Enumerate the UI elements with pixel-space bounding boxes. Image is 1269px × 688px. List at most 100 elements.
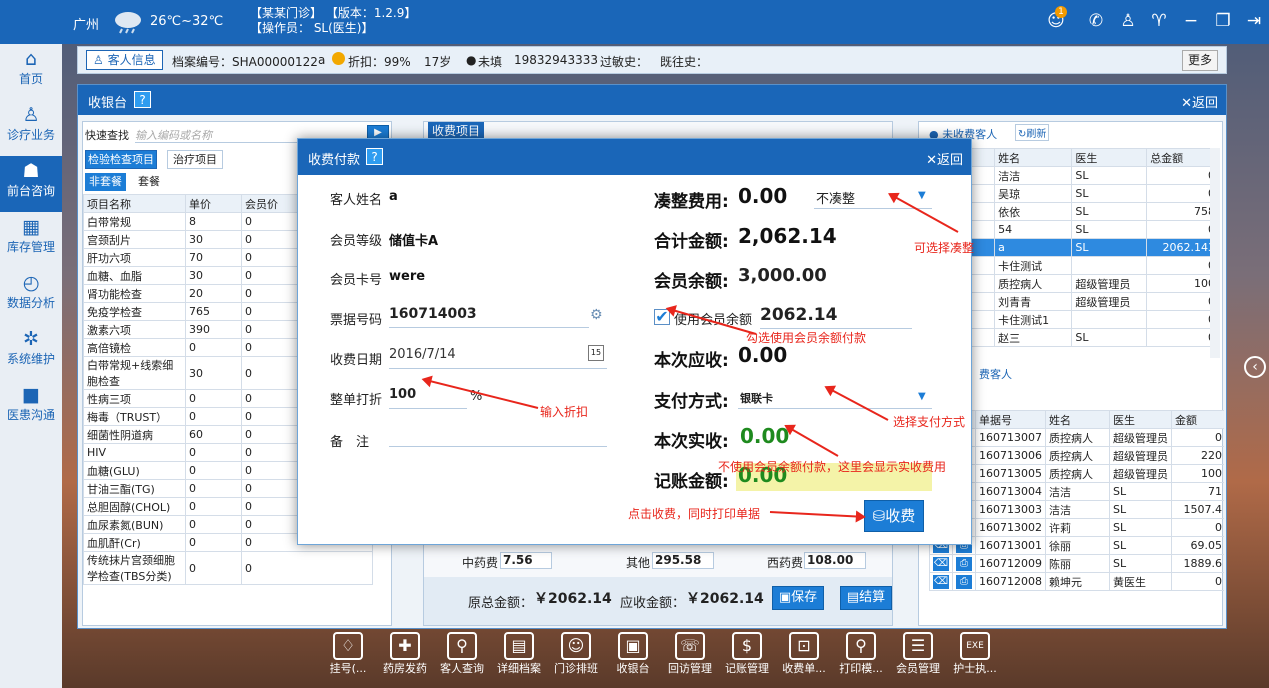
balance-label: 会员余额: <box>654 272 729 292</box>
ticket-input[interactable]: 160714003 <box>389 306 589 328</box>
phone-icon[interactable]: ✆ <box>1085 10 1107 32</box>
unpaid-doctor: SL <box>1071 238 1148 257</box>
round-select[interactable]: 不凑整 <box>814 185 932 209</box>
unpaid-col-name: 姓名 <box>994 148 1073 167</box>
user-icon[interactable]: ♙ <box>1117 10 1139 32</box>
paid-row[interactable]: ⌫ ⎙ 160713001 徐丽 SL 69.05 <box>929 536 1224 555</box>
print-icon[interactable]: ⎙ <box>952 554 976 573</box>
unpaid-amount: 0 <box>1146 328 1211 347</box>
subtab-package[interactable]: 套餐 <box>135 173 163 191</box>
paid-row[interactable]: ⌫⎙160713003洁洁SL1507.4 <box>929 500 1224 519</box>
dock-item[interactable]: ☏ 回访管理 <box>662 632 718 676</box>
help-icon[interactable]: ? <box>134 91 151 108</box>
paid-doctor: SL <box>1109 500 1172 519</box>
paid-name: 洁洁 <box>1045 482 1110 501</box>
member-card: were <box>389 269 426 284</box>
remark-input[interactable] <box>389 425 607 447</box>
paid-row[interactable]: ⌫⎙160713005质控病人超级管理员100 <box>929 464 1224 483</box>
date-input[interactable]: 2016/7/14 <box>389 347 607 369</box>
help-icon[interactable]: ? <box>366 148 383 165</box>
paid-row[interactable]: ⌫ ⎙ 160712009 陈丽 SL 1889.6 <box>929 554 1224 573</box>
collapse-arrow-icon[interactable]: ‹ <box>1244 356 1266 378</box>
restore-icon[interactable]: ❐ <box>1212 10 1234 32</box>
cashier-back[interactable]: ✕返回 <box>1181 92 1218 111</box>
nav-system[interactable]: ✲ 系统维护 <box>0 324 62 380</box>
nav-analysis[interactable]: ◴ 数据分析 <box>0 268 62 324</box>
nav-inventory[interactable]: ▦ 库存管理 <box>0 212 62 268</box>
dock-item[interactable]: ▣ 收银台 <box>605 632 661 676</box>
tab-treatment-items[interactable]: 治疗项目 <box>167 150 223 169</box>
dock-item[interactable]: ✚ 药房发药 <box>377 632 433 676</box>
unpaid-col-doctor: 医生 <box>1071 148 1148 167</box>
delete-icon[interactable]: ⌫ <box>929 554 953 573</box>
paid-row[interactable]: ⌫⎙160713007质控病人超级管理员0 <box>929 428 1224 447</box>
payment-dialog-header: 收费付款 ? ✕返回 <box>298 139 971 175</box>
nav-treatment[interactable]: ♙ 诊疗业务 <box>0 100 62 156</box>
operator: 【操作员： SL(医生)】 <box>250 21 374 35</box>
nav-home[interactable]: ⌂ 首页 <box>0 44 62 100</box>
cn-fee-value: 7.56 <box>500 552 552 569</box>
delete-icon[interactable]: ⌫ <box>929 572 953 591</box>
dock-item[interactable]: $ 记账管理 <box>719 632 775 676</box>
dock-item[interactable]: ▤ 详细档案 <box>491 632 547 676</box>
item-name: 性病三项 <box>83 389 186 408</box>
pay-method-select[interactable]: 银联卡 <box>738 385 932 409</box>
message-icon[interactable]: ☺ 1 <box>1045 6 1067 32</box>
pay-method-label: 支付方式: <box>654 392 729 412</box>
refresh-button[interactable]: ↻刷新 <box>1015 124 1050 141</box>
paid-name: 质控病人 <box>1045 446 1110 465</box>
paid-amount: 69.05 <box>1171 536 1224 555</box>
item-name: 血糖(GLU) <box>83 461 186 480</box>
skin-icon[interactable]: ♈ <box>1148 10 1170 32</box>
item-price: 20 <box>185 284 242 303</box>
exit-icon[interactable]: ⇥ <box>1243 10 1265 32</box>
refresh-label: 刷新 <box>1026 129 1047 140</box>
search-input[interactable]: 输入编码或名称 <box>135 127 212 143</box>
calendar-icon[interactable]: 15 <box>588 345 604 361</box>
dock-item[interactable]: ☺ 门诊排班 <box>548 632 604 676</box>
patient-info-tab[interactable]: ♙ 客人信息 <box>86 50 163 70</box>
dock-item[interactable]: ☰ 会员管理 <box>890 632 946 676</box>
dock-item[interactable]: ♢ 挂号(... <box>320 632 376 676</box>
paid-header: 单据号 姓名 医生 金额 <box>929 410 1224 429</box>
settle-button[interactable]: ▤结算 <box>840 586 892 610</box>
paid-table: 单据号姓名医生金额 ⌫⎙160713007质控病人超级管理员0⌫⎙1607130… <box>929 410 1224 591</box>
gear-icon[interactable]: ⚙ <box>590 307 603 323</box>
dock-item[interactable]: EXE 护士执... <box>947 632 1003 676</box>
paid-doctor: SL <box>1109 518 1172 537</box>
paid-row[interactable]: ⌫⎙160713002许莉SL0 <box>929 518 1224 537</box>
minimize-icon[interactable]: − <box>1180 10 1202 32</box>
paid-row[interactable]: ⌫ ⎙ 160712008 赖坤元 黄医生 0 <box>929 572 1224 591</box>
item-price: 0 <box>185 461 242 480</box>
more-button[interactable]: 更多 <box>1182 50 1218 71</box>
paid-row[interactable]: ⌫⎙160713006质控病人超级管理员220 <box>929 446 1224 465</box>
save-button[interactable]: ▣保存 <box>772 586 824 610</box>
dock-label: 门诊排班 <box>554 662 598 675</box>
dock-item[interactable]: ⚲ 客人查询 <box>434 632 490 676</box>
dialog-back[interactable]: ✕返回 <box>926 149 963 168</box>
paid-name: 徐丽 <box>1045 536 1110 555</box>
print-icon[interactable]: ⎙ <box>952 572 976 591</box>
gear-icon: ✲ <box>23 328 39 350</box>
chart-icon: ◴ <box>22 272 40 294</box>
paid-row[interactable]: ⌫⎙160713004洁洁SL71 <box>929 482 1224 501</box>
tab-lab-items[interactable]: 检验检查项目 <box>85 150 157 169</box>
discount-input[interactable]: 100 <box>389 387 467 409</box>
nav-communication[interactable]: ■ 医患沟通 <box>0 380 62 436</box>
item-price: 0 <box>185 515 242 534</box>
item-row[interactable]: 传统抹片宫颈细胞学检查(TBS分类) 0 0 <box>83 551 373 585</box>
other-fee-label: 其他 <box>626 556 651 570</box>
patient-discount: 折扣：99% <box>348 55 411 69</box>
paid-no: 160713001 <box>975 536 1046 555</box>
nav-front-desk[interactable]: ☗ 前台咨询 <box>0 156 62 212</box>
unpaid-doctor <box>1071 256 1148 275</box>
unpaid-scrollbar[interactable] <box>1210 148 1220 358</box>
tab-label: 客人信息 <box>107 53 156 67</box>
dock-item[interactable]: ⚲ 打印模... <box>833 632 889 676</box>
subtab-non-package[interactable]: 非套餐 <box>85 173 126 191</box>
use-balance-input[interactable]: 2062.14 <box>760 305 912 329</box>
dock-item[interactable]: ⊡ 收费单... <box>776 632 832 676</box>
item-price: 8 <box>185 212 242 231</box>
dock-icon: ☺ <box>561 632 591 660</box>
charge-button[interactable]: ⛁收费 <box>864 500 924 532</box>
